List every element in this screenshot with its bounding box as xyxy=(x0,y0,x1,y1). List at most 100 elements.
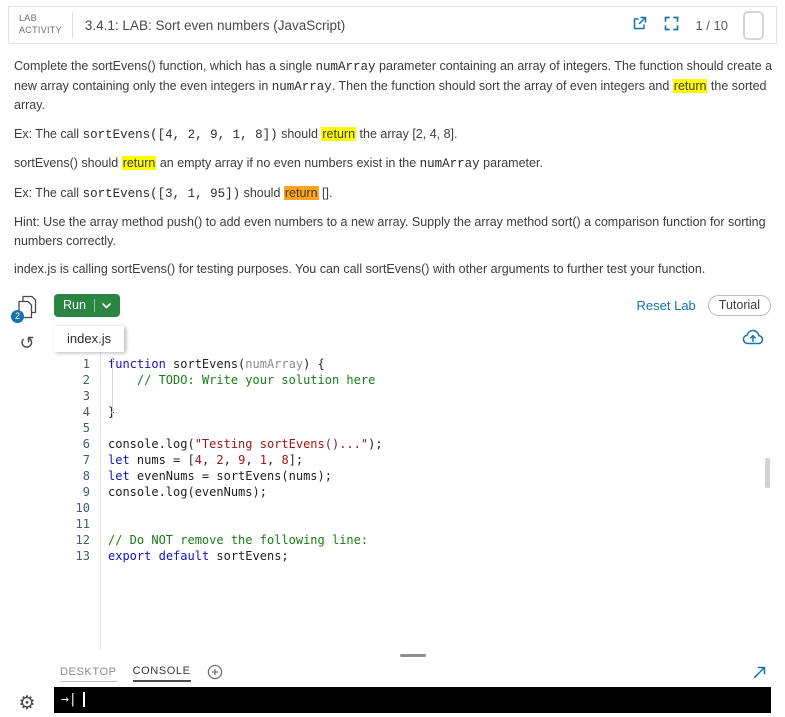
add-pane-button[interactable] xyxy=(207,664,223,683)
highlight-segment: return xyxy=(672,78,708,93)
code-line[interactable]: // Do NOT remove the following line: xyxy=(108,532,771,548)
reset-lab-button[interactable]: Reset Lab xyxy=(637,298,696,313)
line-number: 9 xyxy=(82,484,90,499)
code-line[interactable]: export default sortEvens; xyxy=(108,548,771,564)
code-line[interactable]: let evenNums = sortEvens(nums); xyxy=(108,468,771,484)
lab-activity-line2: ACTIVITY xyxy=(19,25,62,35)
text-segment: an empty array if no even numbers exist … xyxy=(156,156,420,170)
instruction-paragraph: index.js is calling sortEvens() for test… xyxy=(14,260,777,279)
code-token: ); xyxy=(368,436,383,451)
code-line[interactable]: console.log(evenNums); xyxy=(108,484,771,500)
expand-console-button[interactable] xyxy=(752,665,767,683)
code-line[interactable]: function sortEvens(numArray) { xyxy=(108,356,771,372)
instruction-paragraph: sortEvens() should return an empty array… xyxy=(14,154,777,174)
inline-code: sortEvens([3, 1, 95]) xyxy=(82,186,241,201)
bookmark-icon xyxy=(743,10,764,40)
lab-header: LAB ACTIVITY 3.4.1: LAB: Sort even numbe… xyxy=(8,6,777,44)
code-token: , xyxy=(245,452,260,467)
code-line[interactable] xyxy=(108,500,771,516)
inline-code: numArray xyxy=(315,60,376,74)
tutorial-button[interactable]: Tutorial xyxy=(707,295,771,316)
history-icon: ↺ xyxy=(19,332,35,353)
code-line[interactable]: } xyxy=(108,404,771,420)
fullscreen-icon xyxy=(663,15,680,35)
code-token: , xyxy=(267,452,282,467)
code-line[interactable]: console.log("Testing sortEvens()..."); xyxy=(108,436,771,452)
code-token: console.log( xyxy=(108,436,195,451)
text-segment: sortEvens() should xyxy=(14,156,122,170)
line-number: 4 xyxy=(82,404,90,419)
resize-handle[interactable] xyxy=(399,654,426,657)
code-line[interactable] xyxy=(108,516,771,532)
bottom-tabs: DESKTOP CONSOLE xyxy=(60,665,191,682)
code-token: export xyxy=(108,548,152,563)
code-token: 8 xyxy=(281,452,289,467)
text-segment: should xyxy=(240,185,284,200)
lab-workspace: 2 ↺ ⚙ Run Reset Lab Tutorial index.js 1 … xyxy=(0,293,785,717)
code-token: numArray xyxy=(245,356,304,371)
editor-scrollbar-thumb[interactable] xyxy=(765,457,770,488)
chevron-down-icon xyxy=(102,298,111,312)
code-token: ]; xyxy=(288,452,304,467)
code-token: , xyxy=(223,452,239,467)
text-segment: should xyxy=(277,126,322,141)
file-tab-row: index.js xyxy=(54,325,771,352)
line-number: 11 xyxy=(75,516,90,531)
lab-activity-label: LAB ACTIVITY xyxy=(19,13,62,36)
code-token: // TODO: Write your solution here xyxy=(136,372,376,387)
editor-toolbar: Run Reset Lab Tutorial xyxy=(54,293,771,319)
line-number: 8 xyxy=(82,468,90,483)
external-link-icon xyxy=(631,15,648,35)
text-segment: Hint: Use the array method push() to add… xyxy=(14,215,766,248)
code-line[interactable]: let nums = [4, 2, 9, 1, 8]; xyxy=(108,452,771,468)
fullscreen-button[interactable] xyxy=(663,15,680,35)
cloud-save-button[interactable] xyxy=(741,328,765,352)
text-segment: Ex: The call xyxy=(14,126,83,141)
inline-code: sortEvens([4, 2, 9, 1, 8]) xyxy=(82,127,278,142)
bottom-tab-desktop[interactable]: DESKTOP xyxy=(60,666,117,682)
history-button[interactable]: ↺ xyxy=(19,334,34,352)
code-line[interactable] xyxy=(108,420,771,436)
inline-code: numArray xyxy=(419,157,480,171)
code-token: sortEvens; xyxy=(209,548,289,563)
lab-title: 3.4.1: LAB: Sort even numbers (JavaScrip… xyxy=(84,17,346,33)
console-terminal[interactable]: →| xyxy=(54,686,771,713)
code-token: nums = [ xyxy=(129,452,195,467)
plus-circle-icon xyxy=(207,664,223,683)
run-button-divider xyxy=(93,298,95,312)
bottom-tab-console[interactable]: CONSOLE xyxy=(132,665,191,682)
editor-gutter: 1 2 3 4 5 6 7 8 9 10 11 12 13 xyxy=(54,351,101,650)
highlight-segment: return xyxy=(283,185,319,200)
text-segment: parameter. xyxy=(479,156,543,170)
line-number: 5 xyxy=(82,420,90,435)
bookmark-toggle[interactable] xyxy=(743,10,764,40)
run-button-label: Run xyxy=(63,298,86,312)
code-editor[interactable]: 1 2 3 4 5 6 7 8 9 10 11 12 13 function sortEvens(num… xyxy=(54,351,771,650)
bottom-tabs-row: DESKTOP CONSOLE xyxy=(54,662,771,686)
open-external-button[interactable] xyxy=(631,15,648,35)
code-token: let xyxy=(108,452,130,467)
activity-progress: 1 / 10 xyxy=(695,17,728,33)
code-token: 1 xyxy=(259,452,268,467)
code-token: sortEvens( xyxy=(165,356,246,371)
code-line[interactable] xyxy=(108,388,771,404)
line-number: 13 xyxy=(75,548,90,563)
code-lines[interactable]: function sortEvens(numArray) { // TODO: … xyxy=(101,352,771,650)
settings-button[interactable]: ⚙ xyxy=(18,694,35,713)
tab-indexjs[interactable]: index.js xyxy=(54,325,125,352)
line-number: 6 xyxy=(82,436,90,451)
text-segment: []. xyxy=(318,185,333,200)
main-panel: Run Reset Lab Tutorial index.js 1 2 3 4 … xyxy=(54,293,771,717)
console-cursor xyxy=(82,692,85,707)
code-line[interactable]: // TODO: Write your solution here xyxy=(108,372,771,388)
run-button[interactable]: Run xyxy=(54,294,120,317)
cloud-upload-icon xyxy=(741,329,765,349)
code-token: ) { xyxy=(303,356,325,371)
files-button[interactable]: 2 xyxy=(11,295,39,323)
lab-page: LAB ACTIVITY 3.4.1: LAB: Sort even numbe… xyxy=(0,6,785,717)
code-token: default xyxy=(158,548,210,563)
pane-divider xyxy=(54,650,771,662)
expand-icon xyxy=(752,665,767,683)
line-number: 2 xyxy=(82,372,90,387)
lab-activity-line1: LAB xyxy=(19,13,37,24)
